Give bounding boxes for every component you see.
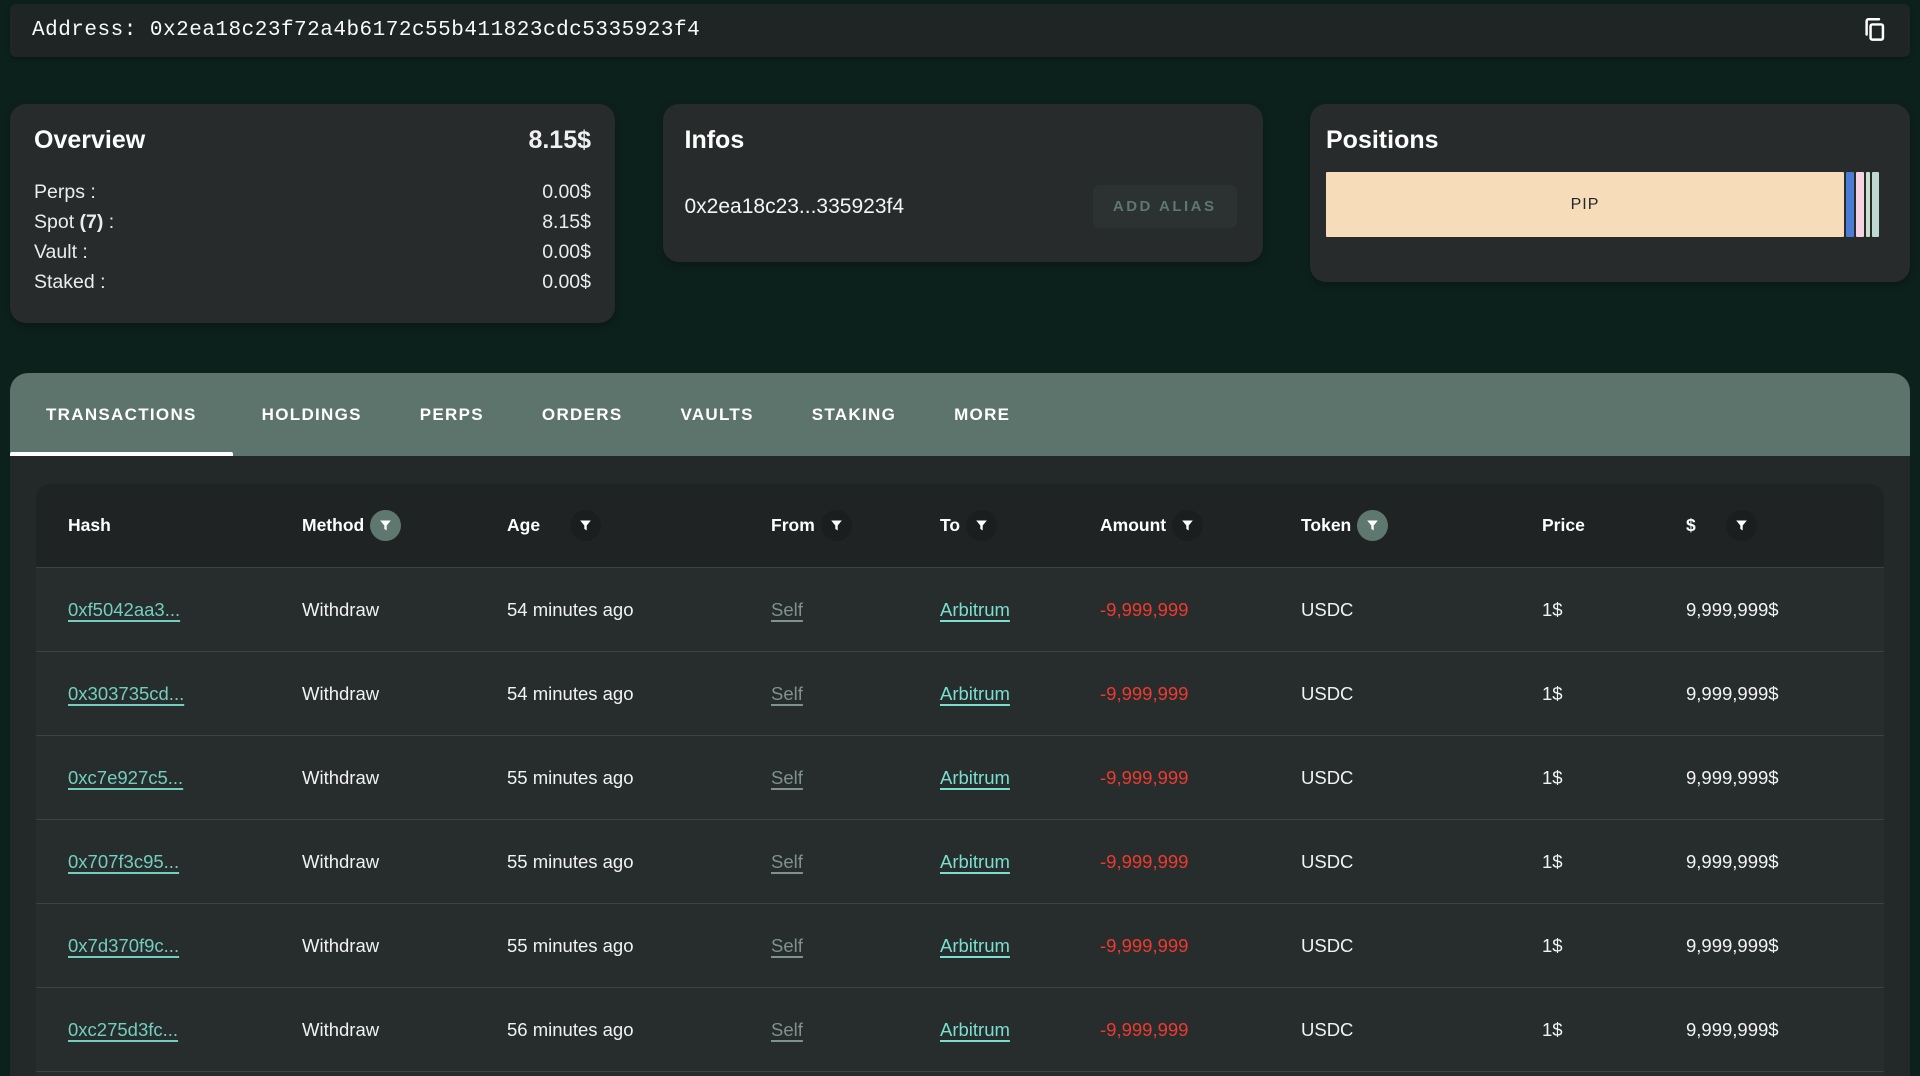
vault-value: 0.00$ bbox=[542, 237, 591, 267]
tx-hash-link[interactable]: 0xc275d3fc... bbox=[68, 1019, 178, 1041]
perps-value: 0.00$ bbox=[542, 177, 591, 207]
overview-row-spot: Spot (7) : 8.15$ bbox=[34, 207, 591, 237]
to-link[interactable]: Arbitrum bbox=[940, 1019, 1010, 1041]
column-header-price: Price bbox=[1522, 515, 1666, 536]
column-header-amount: Amount bbox=[1080, 510, 1281, 541]
spot-value: 8.15$ bbox=[542, 207, 591, 237]
to-link[interactable]: Arbitrum bbox=[940, 599, 1010, 621]
explorer-page: Address: 0x2ea18c23f72a4b6172c55b411823c… bbox=[0, 0, 1920, 1076]
from-link[interactable]: Self bbox=[771, 683, 803, 705]
overview-total-value: 8.15$ bbox=[528, 126, 591, 155]
spot-count: (7) bbox=[80, 211, 104, 233]
to-link[interactable]: Arbitrum bbox=[940, 851, 1010, 873]
token-filter-icon[interactable] bbox=[1357, 510, 1388, 541]
transactions-table: Hash Method Age From To Amount Token Pri… bbox=[36, 484, 1884, 1076]
tab-perps[interactable]: PERPS bbox=[391, 373, 513, 456]
from-link[interactable]: Self bbox=[771, 1019, 803, 1041]
tab-orders[interactable]: ORDERS bbox=[513, 373, 652, 456]
tx-hash-link[interactable]: 0xc7e927c5... bbox=[68, 767, 183, 789]
column-header-token: Token bbox=[1281, 510, 1522, 541]
tab-vaults[interactable]: VAULTS bbox=[651, 373, 782, 456]
table-row: 0xc7e927c5... Withdraw 55 minutes ago Se… bbox=[36, 735, 1884, 819]
position-segment-seg2[interactable] bbox=[1846, 172, 1854, 237]
amount-filter-icon[interactable] bbox=[1172, 510, 1203, 541]
column-header-from: From bbox=[751, 510, 920, 541]
tab-more[interactable]: MORE bbox=[925, 373, 1039, 456]
from-filter-icon[interactable] bbox=[821, 510, 852, 541]
tx-hash-link[interactable]: 0xf5042aa3... bbox=[68, 599, 180, 621]
to-link[interactable]: Arbitrum bbox=[940, 935, 1010, 957]
infos-card: Infos 0x2ea18c23...335923f4 ADD ALIAS bbox=[663, 104, 1263, 262]
summary-cards: Overview 8.15$ Perps : 0.00$ Spot (7) : … bbox=[10, 104, 1910, 323]
positions-card: Positions PIP bbox=[1310, 104, 1910, 282]
transactions-panel: Hash Method Age From To Amount Token Pri… bbox=[10, 456, 1910, 1076]
tab-staking[interactable]: STAKING bbox=[783, 373, 925, 456]
short-address: 0x2ea18c23...335923f4 bbox=[685, 195, 905, 219]
overview-card: Overview 8.15$ Perps : 0.00$ Spot (7) : … bbox=[10, 104, 615, 323]
position-segment-seg3[interactable] bbox=[1856, 172, 1864, 237]
positions-bar: PIP bbox=[1326, 172, 1879, 237]
table-row: 0x7d370f9c... Withdraw 55 minutes ago Se… bbox=[36, 903, 1884, 987]
column-header-to: To bbox=[920, 510, 1080, 541]
add-alias-button[interactable]: ADD ALIAS bbox=[1093, 185, 1237, 228]
from-link[interactable]: Self bbox=[771, 935, 803, 957]
table-body: 0xf5042aa3... Withdraw 54 minutes ago Se… bbox=[36, 567, 1884, 1076]
overview-row-perps: Perps : 0.00$ bbox=[34, 177, 591, 207]
address-text: Address: 0x2ea18c23f72a4b6172c55b411823c… bbox=[32, 19, 1852, 42]
copy-icon bbox=[1861, 16, 1888, 46]
table-row: 0xc275d3fc... Withdraw 56 minutes ago Se… bbox=[36, 987, 1884, 1071]
column-header-hash: Hash bbox=[36, 515, 282, 536]
column-header-method: Method bbox=[282, 510, 487, 541]
from-link[interactable]: Self bbox=[771, 851, 803, 873]
tx-hash-link[interactable]: 0x7d370f9c... bbox=[68, 935, 179, 957]
usd-filter-icon[interactable] bbox=[1726, 510, 1757, 541]
tab-transactions[interactable]: TRANSACTIONS bbox=[10, 373, 233, 456]
column-header-usd: $ bbox=[1666, 510, 1884, 541]
from-link[interactable]: Self bbox=[771, 599, 803, 621]
position-segment-pip[interactable]: PIP bbox=[1326, 172, 1844, 237]
staked-value: 0.00$ bbox=[542, 267, 591, 297]
from-link[interactable]: Self bbox=[771, 767, 803, 789]
to-link[interactable]: Arbitrum bbox=[940, 767, 1010, 789]
tx-hash-link[interactable]: 0x707f3c95... bbox=[68, 851, 179, 873]
overview-row-vault: Vault : 0.00$ bbox=[34, 237, 591, 267]
infos-title: Infos bbox=[685, 126, 745, 154]
copy-address-button[interactable] bbox=[1852, 9, 1896, 53]
overview-title: Overview bbox=[34, 126, 145, 155]
table-row: 0xf5042aa3... Withdraw 54 minutes ago Se… bbox=[36, 567, 1884, 651]
table-header-row: Hash Method Age From To Amount Token Pri… bbox=[36, 484, 1884, 567]
tx-hash-link[interactable]: 0x303735cd... bbox=[68, 683, 184, 705]
table-row-partial bbox=[36, 1071, 1884, 1076]
table-row: 0x707f3c95... Withdraw 55 minutes ago Se… bbox=[36, 819, 1884, 903]
age-filter-icon[interactable] bbox=[570, 510, 601, 541]
address-bar: Address: 0x2ea18c23f72a4b6172c55b411823c… bbox=[10, 4, 1910, 57]
to-link[interactable]: Arbitrum bbox=[940, 683, 1010, 705]
tab-bar: TRANSACTIONSHOLDINGSPERPSORDERSVAULTSSTA… bbox=[10, 373, 1910, 456]
method-filter-icon[interactable] bbox=[370, 510, 401, 541]
tab-holdings[interactable]: HOLDINGS bbox=[233, 373, 391, 456]
column-header-age: Age bbox=[487, 510, 751, 541]
to-filter-icon[interactable] bbox=[966, 510, 997, 541]
overview-row-staked: Staked : 0.00$ bbox=[34, 267, 591, 297]
positions-title: Positions bbox=[1326, 126, 1439, 154]
table-row: 0x303735cd... Withdraw 54 minutes ago Se… bbox=[36, 651, 1884, 735]
position-segment-seg5[interactable] bbox=[1872, 172, 1879, 237]
position-segment-seg4[interactable] bbox=[1866, 172, 1870, 237]
